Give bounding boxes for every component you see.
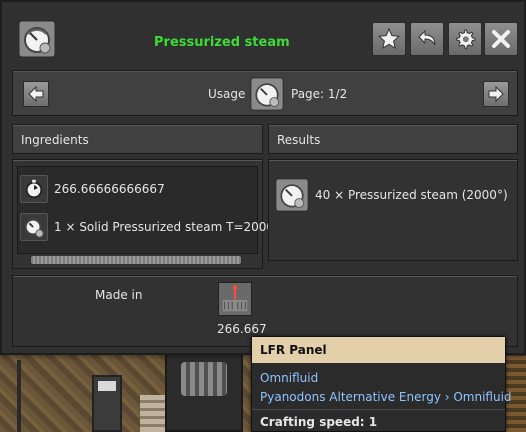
- ingredient-item[interactable]: 266.66666666667: [20, 175, 165, 203]
- gear-icon: [456, 29, 476, 49]
- page-navigation: Usage Page: 1/2: [12, 70, 518, 116]
- ingredients-title: Ingredients: [21, 133, 89, 147]
- ingredients-panel: 266.66666666667 1 × Solid Pressurized st…: [12, 159, 274, 269]
- results-title: Results: [277, 133, 321, 147]
- pressure-gauge-icon: [20, 213, 48, 241]
- machine-tower: [92, 375, 122, 432]
- tooltip-group: Omnifluid: [260, 371, 319, 385]
- undo-arrow-icon: [418, 29, 436, 46]
- lfr-panel-icon[interactable]: [218, 282, 252, 316]
- ingredients-header: Ingredients: [12, 124, 263, 154]
- settings-button[interactable]: [448, 22, 482, 56]
- previous-page-button[interactable]: [23, 81, 49, 107]
- recipe-window: Pressurized steam Usage Page: 1/2 Ingred…: [0, 0, 526, 355]
- result-text: 40 × Pressurized steam (2000°): [315, 188, 508, 202]
- next-page-button[interactable]: [483, 81, 509, 107]
- page-indicator: Page: 1/2: [291, 87, 348, 101]
- arrow-right-icon: [488, 85, 504, 103]
- ingredients-list[interactable]: 266.66666666667 1 × Solid Pressurized st…: [17, 166, 274, 254]
- ingredient-item[interactable]: 1 × Solid Pressurized steam T=2000: [20, 213, 274, 241]
- close-icon: [492, 30, 510, 48]
- tooltip-divider: [252, 409, 505, 410]
- timer-icon: [20, 175, 48, 203]
- world-machine: [165, 352, 243, 432]
- window-title: Pressurized steam: [154, 35, 290, 50]
- ingredient-text: 266.66666666667: [54, 182, 165, 196]
- arrow-left-icon: [28, 85, 44, 103]
- horizontal-scrollbar[interactable]: [31, 256, 241, 264]
- pressure-gauge-icon: [18, 20, 56, 58]
- back-button[interactable]: [410, 22, 444, 56]
- machine-tooltip: LFR Panel Omnifluid Pyanodons Alternativ…: [251, 336, 512, 432]
- pressure-gauge-icon[interactable]: [250, 77, 284, 111]
- result-item[interactable]: 40 × Pressurized steam (2000°): [275, 178, 508, 212]
- mode-label: Usage: [208, 87, 246, 101]
- star-icon: [377, 27, 401, 50]
- power-pole: [17, 360, 21, 432]
- favorite-button[interactable]: [372, 22, 406, 56]
- tooltip-title: LFR Panel: [252, 337, 505, 363]
- close-button[interactable]: [484, 22, 518, 56]
- window-titlebar[interactable]: Pressurized steam: [6, 6, 524, 58]
- pressure-gauge-icon: [275, 178, 309, 212]
- machine-count: 266.667: [217, 322, 267, 336]
- results-header: Results: [268, 124, 518, 154]
- results-panel: 40 × Pressurized steam (2000°): [268, 159, 518, 261]
- tooltip-mod-path: Pyanodons Alternative Energy › Omnifluid: [260, 390, 512, 404]
- ingredient-text: 1 × Solid Pressurized steam T=2000: [54, 220, 275, 234]
- tooltip-crafting-speed: Crafting speed: 1: [260, 415, 378, 429]
- made-in-label: Made in: [95, 288, 143, 302]
